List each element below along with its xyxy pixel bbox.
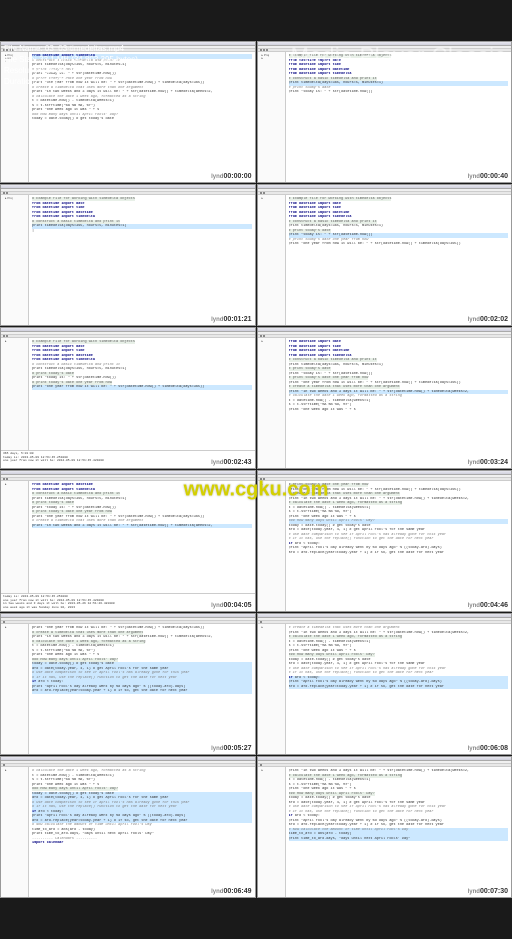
- project-sidebar: ▸: [1, 481, 29, 593]
- project-sidebar: ▸: [258, 624, 286, 754]
- timestamp: lynd00:00:00: [211, 173, 251, 180]
- timestamp: lynd00:02:02: [468, 316, 508, 323]
- file-info-block: File Name: 03_03-timedeltas.mp4 File Siz…: [4, 43, 138, 87]
- project-sidebar: ▸: [1, 338, 29, 450]
- watermark-text: Media Player Classic: [291, 43, 506, 69]
- code-editor: from datetime import date from datetime …: [286, 338, 512, 468]
- thumbnail-grid: ▸ Proj ▸ src • from datetime import time…: [0, 41, 512, 898]
- code-editor: # create a timedelta that uses more than…: [286, 624, 512, 754]
- thumbnail: ▸ print "in two weeks and 3 days it will…: [257, 756, 512, 898]
- resolution-label: Resolution:: [4, 66, 44, 75]
- timestamp: lynd00:01:21: [211, 316, 251, 323]
- timestamp: lynd00:00:40: [468, 173, 508, 180]
- timestamp: lynd00:06:49: [211, 888, 251, 895]
- code-editor: print "one year from now it will be: " +…: [29, 624, 255, 754]
- thumbnail: ▸ # calculate the date 1 week ago, forma…: [0, 756, 256, 898]
- timestamp: lynd00:02:43: [211, 459, 251, 466]
- project-sidebar: ▸: [258, 767, 286, 897]
- code-editor: # Example file for working with timedelt…: [29, 338, 255, 450]
- timestamp: lynd00:04:46: [468, 602, 508, 609]
- project-sidebar: ▸ Proj: [1, 195, 29, 325]
- duration-label: Duration:: [4, 77, 36, 86]
- timestamp: lynd00:04:05: [211, 602, 251, 609]
- thumbnail: ▸ print "one year from now it will be: "…: [0, 613, 256, 755]
- center-watermark: www.cgku.com: [184, 479, 329, 502]
- timestamp: lynd00:03:24: [468, 459, 508, 466]
- timestamp: lynd00:06:08: [468, 745, 508, 752]
- thumbnail: ▸ from datetime import date from datetim…: [257, 327, 512, 469]
- filename-label: File Name:: [4, 44, 43, 53]
- code-editor: # Example file for working with timedelt…: [286, 52, 512, 182]
- code-editor: # Example file for working with timedelt…: [286, 195, 512, 325]
- code-editor: # calculate the date 1 week ago, formatt…: [29, 767, 255, 897]
- filesize-value: 33,1 MB (34 803 395 bytes): [39, 55, 138, 64]
- thumbnail: ▸ # Example file for working with timede…: [257, 184, 512, 326]
- thumbnail: ▸ # Example file for working with timede…: [0, 327, 256, 469]
- project-sidebar: ▸: [1, 624, 29, 754]
- duration-value: 00:07:31: [39, 77, 70, 86]
- filename-value: 03_03-timedeltas.mp4: [45, 44, 124, 53]
- project-sidebar: ▸: [258, 338, 286, 468]
- filesize-label: File Size:: [4, 55, 37, 64]
- timestamp: lynd00:05:27: [211, 745, 251, 752]
- code-editor: # Example file for working with timedelt…: [29, 195, 255, 325]
- project-sidebar: ▸ Proj ▸: [258, 52, 286, 182]
- timestamp: lynd00:07:30: [468, 888, 508, 895]
- thumbnail: ▸ Proj # Example file for working with t…: [0, 184, 256, 326]
- project-sidebar: ▸: [258, 195, 286, 325]
- code-editor: print "in two weeks and 3 days it will b…: [286, 767, 512, 897]
- project-sidebar: ▸: [1, 767, 29, 897]
- thumbnail: ▸ # create a timedelta that uses more th…: [257, 613, 512, 755]
- resolution-value: 960x540: [46, 66, 77, 75]
